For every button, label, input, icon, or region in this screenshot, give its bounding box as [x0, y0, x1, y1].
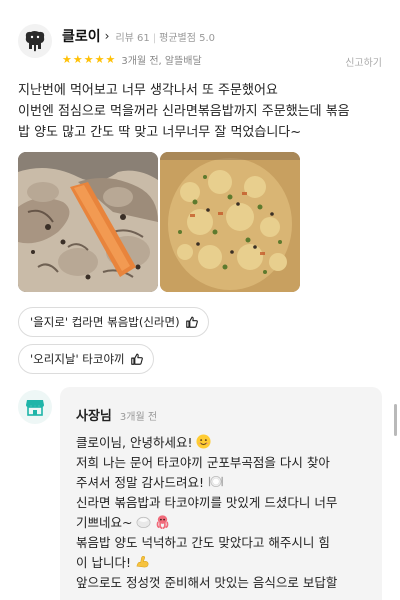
review-count: 리뷰 61 — [115, 32, 150, 44]
menu-chip-takoyaki[interactable]: '오리지날' 타코야끼 — [18, 344, 154, 374]
octopus-emoji-icon — [157, 515, 169, 529]
rice-ball-emoji-icon — [137, 516, 151, 528]
flexed-arm-emoji-icon — [136, 555, 149, 568]
reviewer-name-row[interactable]: 클로이 › 리뷰 61 | 평균별점 5.0 — [62, 26, 215, 46]
average-rating: 평균별점 5.0 — [159, 32, 216, 44]
star-icon: ★ — [83, 53, 94, 66]
rating-row: ★ ★ ★ ★ ★ 3개월 전, 알뜰배달 — [62, 52, 215, 67]
reply-line: 볶음밥 양도 넉넉하고 간도 맞았다고 해주시니 힘 — [76, 535, 330, 550]
review-header: 클로이 › 리뷰 61 | 평균별점 5.0 ★ ★ ★ ★ ★ 3개월 전, 알뜰… — [18, 22, 382, 72]
reviewer-stats: 리뷰 61 | 평균별점 5.0 — [115, 32, 216, 44]
menu-chip-label: '오리지날' 타코야끼 — [30, 352, 125, 366]
reply-line: 클로이님, 안녕하세요! — [76, 433, 372, 453]
reviewer-name[interactable]: 클로이 — [62, 26, 101, 46]
owner-reply: 사장님 3개월 전 클로이님, 안녕하세요! 저희 나는 문어 타코야끼 군포부… — [60, 387, 382, 600]
reviewer-info: 클로이 › 리뷰 61 | 평균별점 5.0 ★ ★ ★ ★ ★ 3개월 전, 알뜰… — [62, 26, 215, 67]
star-icon: ★ — [62, 53, 72, 66]
menu-chip-label: '을지로' 컵라면 볶음밥(신라면) — [30, 315, 180, 329]
star-icon: ★ — [72, 53, 83, 66]
reply-line: 저희 나는 문어 타코야끼 군포부곡점을 다시 찾아 — [76, 455, 330, 470]
elephant-avatar-icon — [18, 24, 52, 58]
thumbs-up-icon — [130, 353, 143, 365]
review-time: 3개월 전 — [121, 56, 159, 67]
review-text-line: 지난번에 먹어보고 너무 생각나서 또 주문했어요 — [18, 83, 278, 98]
star-rating: ★ ★ ★ ★ ★ — [62, 54, 115, 65]
reply-time: 3개월 전 — [119, 412, 158, 423]
review-text: 지난번에 먹어보고 너무 생각나서 또 주문했어요 이번엔 점심으로 먹을꺼라 … — [18, 80, 384, 143]
reply-line: 주셔서 정말 감사드려요! — [76, 473, 372, 493]
reply-line: 기쁘네요~ — [76, 513, 372, 533]
review-photo-takoyaki[interactable] — [18, 152, 158, 292]
delivery-type: 알뜰배달 — [164, 56, 202, 67]
owner-avatar — [18, 390, 52, 424]
store-icon — [26, 400, 44, 416]
reply-line: 신라면 볶음밥과 타코야끼를 맛있게 드셨다니 너무 — [76, 495, 338, 510]
review-text-line: 밥 양도 많고 간도 딱 맞고 너무너무 잘 먹었습니다~ — [18, 125, 302, 140]
report-link[interactable]: 신고하기 — [345, 54, 382, 69]
owner-name: 사장님 — [76, 409, 112, 424]
smile-emoji-icon — [196, 434, 211, 449]
review-text-line: 이번엔 점심으로 먹을꺼라 신라면볶음밥까지 주문했는데 볶음 — [18, 104, 350, 119]
star-icon: ★ — [105, 53, 116, 66]
menu-chip-fried-rice[interactable]: '을지로' 컵라면 볶음밥(신라면) — [18, 307, 209, 337]
review-meta: 3개월 전, 알뜰배달 — [121, 56, 202, 67]
thumbs-up-icon — [185, 316, 198, 328]
star-icon: ★ — [94, 53, 105, 66]
reply-line: 이 납니다! — [76, 553, 372, 573]
chevron-right-icon: › — [104, 29, 110, 43]
reply-text: 클로이님, 안녕하세요! 저희 나는 문어 타코야끼 군포부곡점을 다시 찾아 … — [76, 433, 372, 593]
review-photo-fried-rice[interactable] — [160, 152, 300, 292]
reply-line: 앞으로도 정성껏 준비해서 맛있는 음식으로 보답할 — [76, 575, 338, 590]
reply-header: 사장님 3개월 전 — [76, 405, 157, 424]
scrollbar[interactable] — [394, 404, 397, 436]
reviewer-avatar[interactable] — [18, 24, 52, 58]
plate-emoji-icon — [208, 475, 223, 488]
